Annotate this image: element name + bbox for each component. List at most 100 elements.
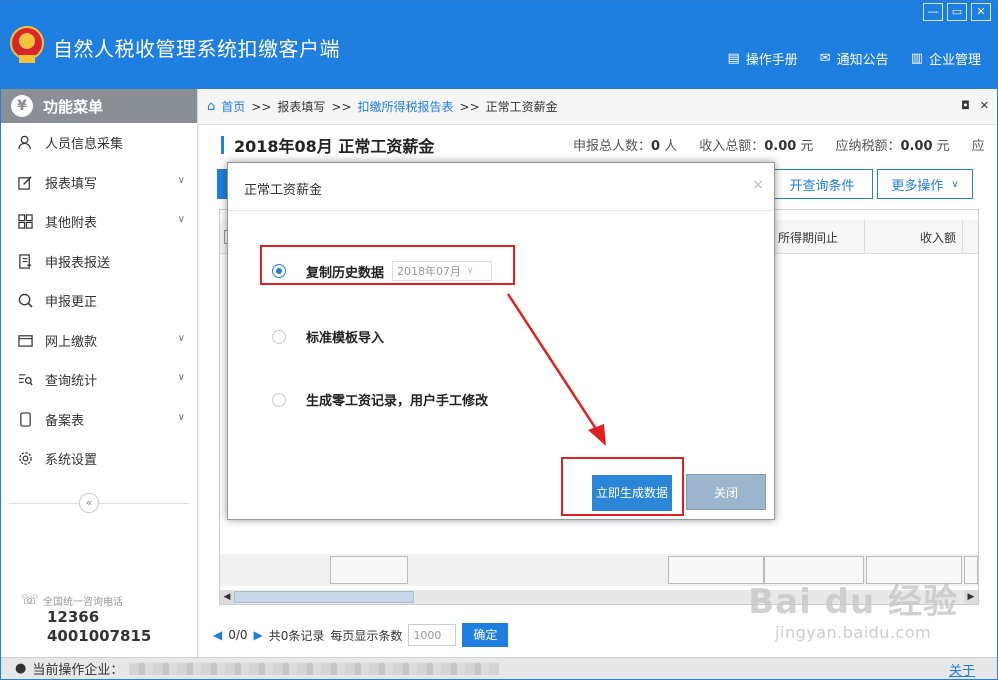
dialog-title: 正常工资薪金 bbox=[244, 183, 323, 198]
breadcrumb-separator: >> bbox=[251, 99, 272, 114]
highlight-box-option bbox=[260, 245, 515, 285]
window-controls: — ▭ ✕ bbox=[923, 3, 991, 21]
sidebar-item-report-correction[interactable]: 申报更正 bbox=[1, 281, 197, 321]
sidebar-item-personnel[interactable]: 人员信息采集 bbox=[1, 123, 197, 163]
close-window-icon[interactable]: ✕ bbox=[971, 3, 991, 21]
sidebar-item-label: 系统设置 bbox=[45, 453, 98, 469]
home-icon: ⌂ bbox=[207, 99, 216, 114]
close-icon[interactable]: × bbox=[752, 177, 764, 193]
button-label: 开查询条件 bbox=[789, 178, 855, 194]
sidebar-item-label: 申报更正 bbox=[45, 295, 98, 311]
next-page-icon[interactable]: ▶ bbox=[254, 628, 263, 642]
breadcrumb-item[interactable]: 报表填写 bbox=[277, 98, 325, 115]
column-header[interactable]: 所得期间止 bbox=[778, 229, 838, 246]
stat-total-income: 收入总额：0.00 元 bbox=[699, 135, 813, 154]
page-title-row: 2018年08月 正常工资薪金 bbox=[221, 133, 434, 157]
status-bar: ● 当前操作企业： 关于 bbox=[1, 657, 997, 679]
sidebar-item-settings[interactable]: 系统设置 bbox=[1, 439, 197, 479]
current-company-label: 当前操作企业： bbox=[32, 663, 124, 678]
person-icon bbox=[17, 135, 33, 151]
option-zero-salary[interactable]: 生成零工资记录，用户手工修改 bbox=[272, 390, 488, 409]
close-tab-icon[interactable]: ✕ bbox=[980, 99, 989, 112]
more-actions-button[interactable]: 更多操作 ∨ bbox=[877, 169, 973, 199]
sidebar-item-query-stats[interactable]: 查询统计 ∨ bbox=[1, 360, 197, 400]
header-link-notice[interactable]: ✉ 通知公告 bbox=[820, 49, 889, 68]
scrollbar-thumb[interactable] bbox=[234, 591, 414, 603]
about-link[interactable]: 关于 bbox=[949, 660, 975, 679]
stat-unit: 人 bbox=[660, 139, 678, 154]
baidu-watermark: Bai du 经验 jingyan.baidu.com bbox=[748, 574, 958, 642]
highlight-box-button bbox=[561, 457, 684, 516]
stat-unit: 元 bbox=[796, 139, 814, 154]
confirm-button[interactable]: 确定 bbox=[462, 623, 509, 647]
yuan-icon: ¥ bbox=[11, 95, 33, 117]
phone-icon: ☏ bbox=[21, 592, 39, 608]
stat-total-people: 申报总人数：0 人 bbox=[573, 135, 677, 154]
option-template-import[interactable]: 标准模板导入 bbox=[272, 327, 384, 346]
breadcrumb-separator: >> bbox=[331, 99, 352, 114]
sidebar-item-report-fill[interactable]: 报表填写 ∨ bbox=[1, 163, 197, 203]
app-header: 自然人税收管理系统扣缴客户端 — ▭ ✕ ▤ 操作手册 ✉ 通知公告 ▥ 企业管… bbox=[1, 1, 997, 89]
option-label: 生成零工资记录，用户手工修改 bbox=[306, 394, 489, 409]
record-count: 共0条记录 bbox=[268, 628, 325, 643]
hotline-label-text: 全国统一咨询电话 bbox=[43, 597, 123, 608]
dialog-close-button[interactable]: 关闭 bbox=[686, 474, 766, 510]
divider bbox=[9, 503, 189, 504]
sidebar-item-label: 其他附表 bbox=[45, 216, 98, 232]
stat-label: 应纳税额： bbox=[835, 139, 901, 154]
restore-icon[interactable]: ◘ bbox=[961, 99, 970, 112]
tab-controls: ◘ ✕ bbox=[961, 99, 989, 112]
button-label: 更多操作 bbox=[891, 178, 944, 194]
sidebar-item-other-attachments[interactable]: 其他附表 ∨ bbox=[1, 202, 197, 242]
search-icon bbox=[17, 293, 33, 309]
sidebar-item-filing[interactable]: 备案表 ∨ bbox=[1, 400, 197, 440]
column-header[interactable]: 收入额 bbox=[920, 229, 956, 246]
sidebar-item-online-payment[interactable]: 网上缴款 ∨ bbox=[1, 321, 197, 361]
header-link-label: 操作手册 bbox=[745, 53, 798, 68]
mail-icon: ✉ bbox=[819, 51, 831, 66]
breadcrumb-item[interactable]: 扣缴所得税报告表 bbox=[358, 98, 454, 115]
minimize-icon[interactable]: — bbox=[923, 3, 943, 21]
header-link-manual[interactable]: ▤ 操作手册 bbox=[727, 49, 797, 68]
stat-unit: 元 bbox=[932, 139, 950, 154]
watermark-logo: Bai du 经验 bbox=[748, 582, 958, 622]
manual-icon: ▤ bbox=[727, 51, 740, 66]
radio-unselected[interactable] bbox=[272, 329, 286, 344]
grid-icon bbox=[17, 214, 33, 230]
breadcrumb: ⌂ 首页 >> 报表填写 >> 扣缴所得税报告表 >> 正常工资薪金 ◘ ✕ bbox=[199, 89, 997, 125]
hotline-label: ☏ 全国统一咨询电话 bbox=[19, 592, 151, 608]
chevron-down-icon: ∨ bbox=[951, 178, 959, 190]
query-conditions-button[interactable]: 开查询条件 bbox=[771, 169, 873, 199]
user-icon: ● bbox=[15, 661, 27, 676]
hotline: ☏ 全国统一咨询电话 12366 4001007815 bbox=[19, 592, 151, 646]
sidebar-item-label: 报表填写 bbox=[45, 176, 98, 192]
maximize-icon[interactable]: ▭ bbox=[947, 3, 967, 21]
sidebar: ¥ 功能菜单 人员信息采集 报表填写 ∨ 其他附表 ∨ 申报表报送 申报更正 网… bbox=[1, 89, 198, 657]
sidebar-item-label: 查询统计 bbox=[45, 374, 98, 390]
collapse-sidebar-button[interactable]: « bbox=[79, 493, 99, 513]
column-separator bbox=[864, 220, 865, 254]
prev-page-icon[interactable]: ◀ bbox=[213, 628, 222, 642]
scroll-right-icon[interactable]: ▶ bbox=[964, 590, 978, 604]
sidebar-item-label: 网上缴款 bbox=[45, 334, 98, 350]
edit-icon bbox=[17, 174, 33, 190]
primary-action-button[interactable] bbox=[217, 169, 227, 199]
chevron-down-icon: ∨ bbox=[177, 411, 185, 423]
header-links: ▤ 操作手册 ✉ 通知公告 ▥ 企业管理 bbox=[727, 49, 981, 68]
column-separator bbox=[962, 220, 963, 254]
header-link-company[interactable]: ▥ 企业管理 bbox=[911, 49, 981, 68]
dialog-header: 正常工资薪金 × bbox=[228, 163, 774, 211]
stat-value: 0.00 bbox=[764, 139, 797, 154]
scroll-left-icon[interactable]: ◀ bbox=[220, 590, 234, 604]
header-link-label: 企业管理 bbox=[928, 53, 981, 68]
sidebar-item-report-submit[interactable]: 申报表报送 bbox=[1, 242, 197, 282]
sidebar-header[interactable]: ¥ 功能菜单 bbox=[1, 89, 197, 123]
breadcrumb-home[interactable]: 首页 bbox=[221, 98, 245, 115]
header-link-label: 通知公告 bbox=[836, 53, 889, 68]
radio-unselected[interactable] bbox=[272, 392, 286, 407]
stat-truncated: 应 bbox=[971, 139, 985, 154]
generate-data-dialog: 正常工资薪金 × 复制历史数据 2018年07月 ∨ 标准模板导入 生成零工资记… bbox=[227, 162, 775, 520]
per-page-input[interactable] bbox=[408, 624, 457, 646]
company-name-redacted bbox=[129, 662, 500, 675]
building-icon: ▥ bbox=[910, 51, 923, 66]
